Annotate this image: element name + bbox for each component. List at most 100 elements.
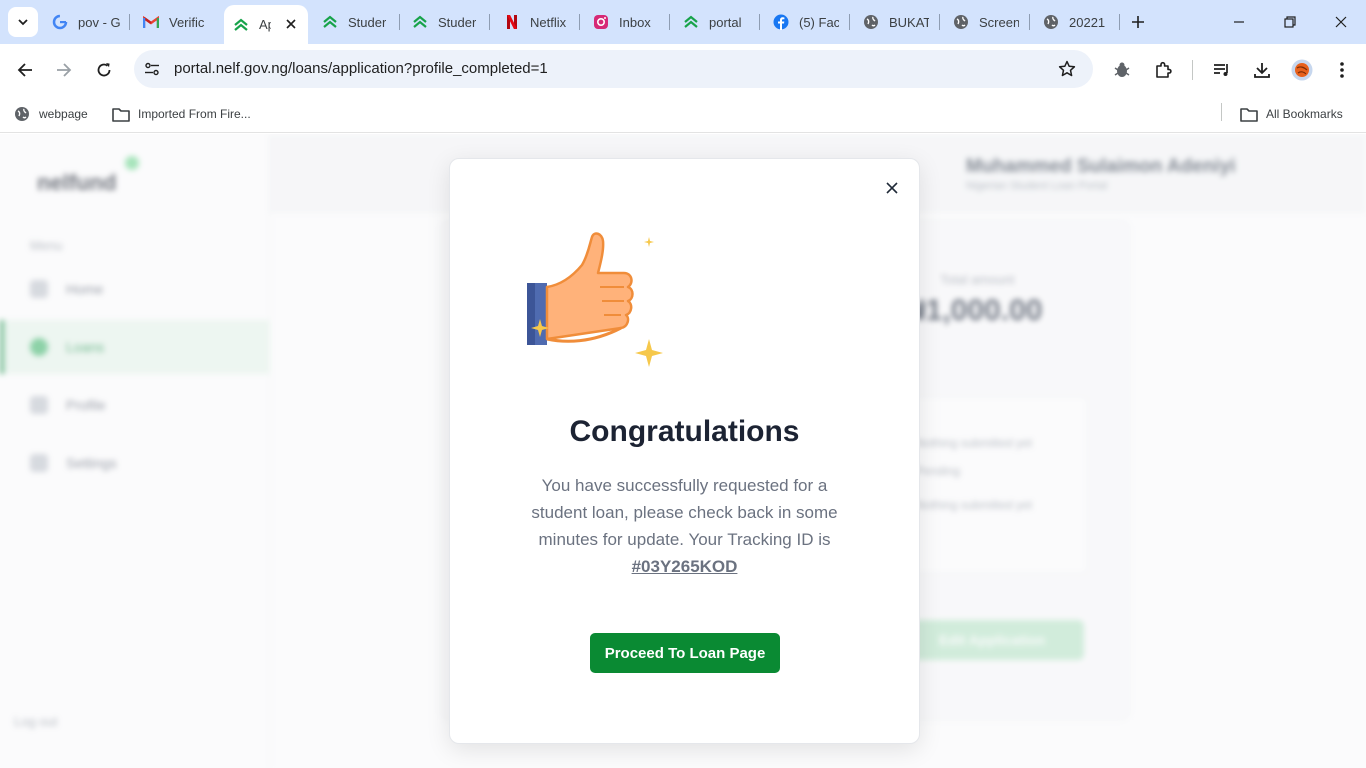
close-tab-icon[interactable]: [284, 17, 298, 31]
chevron-down-icon: [18, 19, 28, 26]
toolbar-separator: [1192, 60, 1193, 80]
restore-icon: [1284, 16, 1296, 28]
bookmark-star-icon[interactable]: [1057, 59, 1077, 79]
bookmark-imported-folder[interactable]: Imported From Fire...: [112, 102, 251, 126]
nelf-icon: [683, 14, 699, 30]
instagram-icon: [593, 14, 609, 30]
chrome-menu-button[interactable]: [1328, 56, 1356, 84]
tab-2[interactable]: Verific: [143, 8, 209, 36]
all-bookmarks-button[interactable]: All Bookmarks: [1240, 102, 1343, 126]
profile-avatar-button[interactable]: [1288, 56, 1316, 84]
nelf-icon: [412, 14, 428, 30]
modal-message: You have successfully requested for a st…: [520, 472, 849, 580]
minimize-icon: [1234, 21, 1244, 23]
more-vertical-icon: [1340, 62, 1344, 78]
tab-title: Studer: [348, 14, 387, 30]
avatar: [1291, 59, 1313, 81]
site-info-icon[interactable]: [142, 59, 162, 79]
extensions-button[interactable]: [1149, 56, 1177, 84]
modal-title: Congratulations: [569, 415, 800, 448]
restore-button[interactable]: [1275, 8, 1305, 36]
tab-5[interactable]: Studer: [412, 8, 478, 36]
nelf-icon: [233, 17, 249, 33]
playlist-icon: [1214, 64, 1228, 76]
tab-3-active[interactable]: Ap: [224, 5, 308, 44]
globe-icon: [1043, 14, 1059, 30]
puzzle-icon: [1156, 61, 1172, 78]
bookmark-label: webpage: [39, 107, 88, 121]
close-window-button[interactable]: [1326, 8, 1356, 36]
tab-separator: [129, 14, 130, 30]
address-bar[interactable]: portal.nelf.gov.ng/loans/application?pro…: [134, 50, 1093, 88]
back-button[interactable]: [11, 56, 39, 84]
bookmark-label: Imported From Fire...: [138, 107, 251, 121]
tab-title: Screen: [979, 14, 1019, 30]
tab-separator: [759, 14, 760, 30]
tab-8[interactable]: portal: [683, 8, 749, 36]
tab-separator: [939, 14, 940, 30]
tab-10[interactable]: BUKAT: [863, 8, 929, 36]
bug-icon: [1114, 62, 1130, 77]
tab-separator: [489, 14, 490, 30]
modal-message-text: You have successfully requested for a st…: [531, 476, 838, 549]
tab-search-button[interactable]: [8, 7, 38, 37]
tab-separator: [1119, 14, 1120, 30]
arrow-right-icon: [57, 63, 72, 77]
google-icon: [52, 14, 68, 30]
tab-title: Ap: [259, 17, 271, 32]
folder-icon: [1240, 105, 1258, 123]
reload-button[interactable]: [90, 56, 118, 84]
url-text[interactable]: portal.nelf.gov.ng/loans/application?pro…: [174, 60, 548, 77]
thumbs-up-icon: [527, 232, 663, 367]
arrow-left-icon: [17, 63, 32, 77]
bookmark-webpage[interactable]: webpage: [13, 102, 88, 126]
tab-separator: [399, 14, 400, 30]
tab-separator: [849, 14, 850, 30]
downloads-button[interactable]: [1248, 56, 1276, 84]
tab-12[interactable]: 20221: [1043, 8, 1109, 36]
download-icon: [1254, 63, 1270, 78]
new-tab-button[interactable]: [1126, 10, 1150, 34]
tab-title: (5) Fac: [799, 14, 839, 30]
tab-7[interactable]: Inbox: [593, 8, 659, 36]
tab-1[interactable]: pov - G: [52, 8, 120, 36]
tab-title: portal: [709, 14, 742, 30]
tab-6[interactable]: Netflix: [504, 8, 572, 36]
reload-icon: [97, 63, 111, 77]
tab-4[interactable]: Studer: [322, 8, 388, 36]
close-icon: [886, 182, 898, 194]
tab-separator: [579, 14, 580, 30]
tab-title: BUKAT: [889, 14, 929, 30]
globe-icon: [953, 14, 969, 30]
gmail-icon: [143, 14, 159, 30]
plus-icon: [1132, 16, 1144, 28]
tab-strip: pov - G Verific Ap Studer Studer N: [0, 0, 1366, 44]
facebook-icon: [773, 14, 789, 30]
tracking-id: #03Y265KOD: [631, 557, 738, 576]
forward-button[interactable]: [50, 56, 78, 84]
tab-11[interactable]: Screen: [953, 8, 1019, 36]
bookmarks-bar: webpage Imported From Fire... All Bookma…: [0, 96, 1366, 133]
tab-title: 20221: [1069, 14, 1106, 30]
tab-title: Netflix: [530, 14, 567, 30]
nelf-icon: [322, 14, 338, 30]
globe-icon: [863, 14, 879, 30]
tab-title: pov - G: [78, 14, 120, 30]
globe-icon: [13, 105, 31, 123]
all-bookmarks-label: All Bookmarks: [1266, 107, 1343, 121]
close-icon: [1335, 16, 1347, 28]
tab-title: Inbox: [619, 14, 651, 30]
minimize-button[interactable]: [1224, 8, 1254, 36]
tab-separator: [1029, 14, 1030, 30]
tab-separator: [669, 14, 670, 30]
media-controls-button[interactable]: [1208, 56, 1236, 84]
proceed-to-loan-page-button[interactable]: Proceed To Loan Page: [590, 633, 780, 673]
tab-title: Verific: [169, 14, 205, 30]
success-modal: Congratulations You have successfully re…: [449, 158, 920, 744]
browser-toolbar: portal.nelf.gov.ng/loans/application?pro…: [0, 44, 1366, 96]
extension-bug-button[interactable]: [1108, 56, 1136, 84]
folder-icon: [112, 105, 130, 123]
tab-9[interactable]: (5) Fac: [773, 8, 839, 36]
modal-close-button[interactable]: [880, 176, 904, 200]
tab-title: Studer: [438, 14, 477, 30]
